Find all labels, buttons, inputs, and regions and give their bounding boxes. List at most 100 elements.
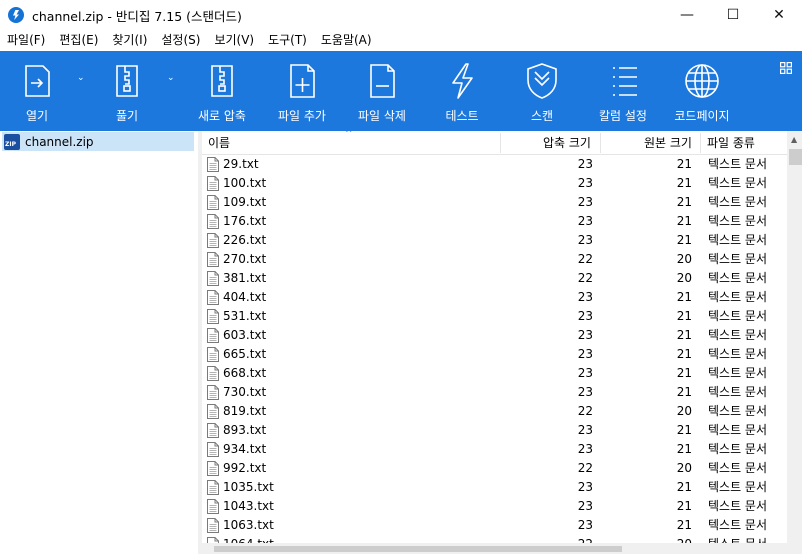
add-files-button[interactable]: 파일 추가 bbox=[272, 51, 332, 131]
column-divider[interactable] bbox=[600, 133, 601, 153]
new-archive-button[interactable]: 새로 압축 bbox=[192, 51, 252, 131]
delete-files-button[interactable]: 파일 삭제 bbox=[352, 51, 412, 131]
extract-icon bbox=[107, 61, 147, 101]
file-original-size: 21 bbox=[676, 442, 692, 456]
delete-files-label: 파일 삭제 bbox=[358, 109, 406, 123]
file-row[interactable]: 109.txt 23 21 텍스트 문서 bbox=[202, 193, 787, 212]
column-settings-button[interactable]: 칼럼 설정 bbox=[592, 51, 654, 131]
extract-dropdown-icon[interactable]: ⌄ bbox=[167, 73, 177, 83]
file-row[interactable]: 668.txt 23 21 텍스트 문서 bbox=[202, 364, 787, 383]
file-type: 텍스트 문서 bbox=[708, 404, 768, 418]
menu-find[interactable]: 찾기(I) bbox=[105, 30, 154, 51]
file-type: 텍스트 문서 bbox=[708, 499, 768, 513]
menu-bar: 파일(F) 편집(E) 찾기(I) 설정(S) 보기(V) 도구(T) 도움말(… bbox=[0, 30, 802, 51]
menu-tools[interactable]: 도구(T) bbox=[261, 30, 314, 51]
open-dropdown-icon[interactable]: ⌄ bbox=[77, 73, 87, 83]
file-row[interactable]: 1063.txt 23 21 텍스트 문서 bbox=[202, 516, 787, 535]
menu-file[interactable]: 파일(F) bbox=[0, 30, 52, 51]
maximize-button[interactable]: ☐ bbox=[710, 0, 756, 30]
file-type: 텍스트 문서 bbox=[708, 157, 768, 171]
file-compressed-size: 23 bbox=[577, 499, 593, 513]
file-name: 381.txt bbox=[223, 271, 267, 285]
file-row[interactable]: 381.txt 22 20 텍스트 문서 bbox=[202, 269, 787, 288]
vertical-scroll-thumb[interactable] bbox=[789, 149, 802, 165]
file-compressed-size: 23 bbox=[577, 290, 593, 304]
codepage-label: 코드페이지 bbox=[674, 109, 730, 123]
close-button[interactable]: ✕ bbox=[756, 0, 802, 30]
file-row[interactable]: 665.txt 23 21 텍스트 문서 bbox=[202, 345, 787, 364]
tree-item-archive-root[interactable]: ZIP channel.zip bbox=[2, 132, 194, 151]
new-archive-icon bbox=[202, 61, 242, 101]
file-row[interactable]: 730.txt 23 21 텍스트 문서 bbox=[202, 383, 787, 402]
minimize-button[interactable]: — bbox=[664, 0, 710, 30]
file-type: 텍스트 문서 bbox=[708, 195, 768, 209]
file-compressed-size: 22 bbox=[577, 461, 593, 475]
file-row[interactable]: 1043.txt 23 21 텍스트 문서 bbox=[202, 497, 787, 516]
text-file-icon bbox=[207, 480, 219, 495]
file-row[interactable]: 226.txt 23 21 텍스트 문서 bbox=[202, 231, 787, 250]
text-file-icon bbox=[207, 385, 219, 400]
file-row[interactable]: 531.txt 23 21 텍스트 문서 bbox=[202, 307, 787, 326]
globe-icon bbox=[682, 61, 722, 101]
file-compressed-size: 23 bbox=[577, 214, 593, 228]
scan-label: 스캔 bbox=[530, 109, 554, 123]
column-header-compressed-size[interactable]: 압축 크기 bbox=[543, 131, 591, 155]
open-button[interactable]: 열기 bbox=[12, 51, 62, 131]
scan-button[interactable]: 스캔 bbox=[516, 51, 568, 131]
sort-ascending-icon: ^ bbox=[345, 131, 353, 139]
extract-button[interactable]: 풀기 bbox=[102, 51, 152, 131]
text-file-icon bbox=[207, 195, 219, 210]
file-name: 934.txt bbox=[223, 442, 267, 456]
file-compressed-size: 23 bbox=[577, 176, 593, 190]
text-file-icon bbox=[207, 233, 219, 248]
shield-check-icon bbox=[522, 61, 562, 101]
file-original-size: 21 bbox=[676, 480, 692, 494]
column-header-name[interactable]: 이름 bbox=[208, 131, 230, 155]
horizontal-scrollbar[interactable] bbox=[202, 543, 787, 554]
file-rows: 29.txt 23 21 텍스트 문서 100.txt 23 21 텍스트 문서 109.txt… bbox=[202, 155, 787, 554]
file-type: 텍스트 문서 bbox=[708, 518, 768, 532]
file-type: 텍스트 문서 bbox=[708, 176, 768, 190]
horizontal-scroll-thumb[interactable] bbox=[214, 546, 622, 552]
column-header-file-type[interactable]: 파일 종류 bbox=[707, 131, 755, 155]
menu-help[interactable]: 도움말(A) bbox=[314, 30, 379, 51]
file-original-size: 21 bbox=[676, 233, 692, 247]
file-row[interactable]: 100.txt 23 21 텍스트 문서 bbox=[202, 174, 787, 193]
bandizip-app-icon bbox=[8, 7, 24, 23]
file-name: 29.txt bbox=[223, 157, 259, 171]
file-original-size: 21 bbox=[676, 176, 692, 190]
file-row[interactable]: 1035.txt 23 21 텍스트 문서 bbox=[202, 478, 787, 497]
file-row[interactable]: 29.txt 23 21 텍스트 문서 bbox=[202, 155, 787, 174]
file-row[interactable]: 176.txt 23 21 텍스트 문서 bbox=[202, 212, 787, 231]
layout-grid-icon[interactable] bbox=[780, 62, 792, 74]
file-row[interactable]: 404.txt 23 21 텍스트 문서 bbox=[202, 288, 787, 307]
file-name: 270.txt bbox=[223, 252, 267, 266]
test-button[interactable]: 테스트 bbox=[436, 51, 488, 131]
column-divider[interactable] bbox=[500, 133, 501, 153]
menu-settings[interactable]: 설정(S) bbox=[154, 30, 207, 51]
text-file-icon bbox=[207, 176, 219, 191]
file-type: 텍스트 문서 bbox=[708, 214, 768, 228]
open-icon bbox=[17, 61, 57, 101]
column-header-original-size[interactable]: 원본 크기 bbox=[644, 131, 692, 155]
text-file-icon bbox=[207, 214, 219, 229]
file-row[interactable]: 270.txt 22 20 텍스트 문서 bbox=[202, 250, 787, 269]
file-row[interactable]: 893.txt 23 21 텍스트 문서 bbox=[202, 421, 787, 440]
menu-edit[interactable]: 편집(E) bbox=[52, 30, 105, 51]
file-row[interactable]: 992.txt 22 20 텍스트 문서 bbox=[202, 459, 787, 478]
scroll-up-arrow-icon[interactable]: ▲ bbox=[791, 135, 797, 144]
file-original-size: 21 bbox=[676, 214, 692, 228]
vertical-scrollbar[interactable]: ▲ bbox=[787, 131, 802, 554]
column-divider[interactable] bbox=[700, 133, 701, 153]
menu-view[interactable]: 보기(V) bbox=[207, 30, 261, 51]
text-file-icon bbox=[207, 499, 219, 514]
file-compressed-size: 23 bbox=[577, 195, 593, 209]
file-original-size: 21 bbox=[676, 518, 692, 532]
codepage-button[interactable]: 코드페이지 bbox=[670, 51, 734, 131]
file-row[interactable]: 603.txt 23 21 텍스트 문서 bbox=[202, 326, 787, 345]
text-file-icon bbox=[207, 271, 219, 286]
file-row[interactable]: 934.txt 23 21 텍스트 문서 bbox=[202, 440, 787, 459]
file-original-size: 20 bbox=[676, 252, 692, 266]
add-file-icon bbox=[282, 61, 322, 101]
file-row[interactable]: 819.txt 22 20 텍스트 문서 bbox=[202, 402, 787, 421]
